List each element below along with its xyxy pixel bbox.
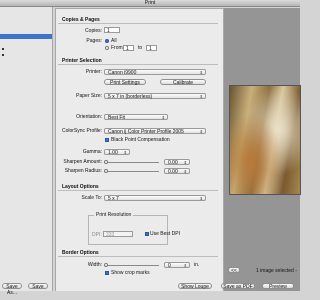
preset-list-selected-row[interactable] <box>0 34 52 39</box>
list-marker-icon <box>2 54 4 56</box>
updown-arrows-icon: ⇕ <box>183 263 187 268</box>
updown-arrows-icon: ⇕ <box>183 160 187 165</box>
updown-arrows-icon: ⇕ <box>199 196 203 201</box>
gamma-label: Gamma: <box>82 149 102 155</box>
dpi-label: DPI: <box>92 232 102 238</box>
crop-marks-label: Show crop marks <box>111 270 150 276</box>
printer-label: Printer: <box>85 69 102 75</box>
preset-list[interactable] <box>0 7 53 291</box>
sharpen-amount-knob[interactable] <box>104 160 108 164</box>
print-resolution-group <box>88 215 168 245</box>
colorsync-value: Canon ij Color Printer Profile 2005 <box>108 129 184 135</box>
border-width-slider[interactable] <box>104 265 159 266</box>
pages-all-radio[interactable] <box>105 39 109 43</box>
sharpen-radius-slider[interactable] <box>104 171 159 172</box>
orientation-value: Best Fit <box>108 115 125 121</box>
updown-arrows-icon: ⇕ <box>199 129 203 134</box>
gamma-stepper[interactable]: 1.00 ⇕ <box>104 149 130 156</box>
section-divider <box>58 64 218 65</box>
calibrate-button[interactable]: Calibrate <box>160 79 206 86</box>
updown-arrows-icon: ⇕ <box>183 169 187 174</box>
show-loupe-button[interactable]: Show Loupe <box>178 283 212 290</box>
border-unit-label: in. <box>194 262 200 268</box>
sharpen-radius-stepper[interactable]: 0.00 ⇕ <box>164 168 190 175</box>
pages-from-label: From <box>111 45 123 51</box>
save-button[interactable]: Save <box>28 283 48 290</box>
save-as-pdf-button[interactable]: Save as PDF <box>221 283 255 290</box>
border-width-value: 0 <box>168 263 171 269</box>
print-settings-button[interactable]: Print Settings <box>104 79 146 86</box>
printer-popup[interactable]: Canon i9900 ⇕ <box>104 69 206 76</box>
paper-size-label: Paper Size: <box>76 93 102 99</box>
window-title: Print <box>0 0 300 7</box>
border-width-label: Width: <box>87 262 102 268</box>
sharpen-amount-label: Sharpen Amount: <box>63 159 102 165</box>
border-width-stepper[interactable]: 0 ⇕ <box>164 262 190 269</box>
crop-marks-checkbox[interactable] <box>105 271 109 275</box>
colorsync-popup[interactable]: Canon ij Color Printer Profile 2005 ⇕ <box>104 128 206 135</box>
orientation-label: Orientation: <box>76 114 102 120</box>
scale-to-value: 5 x 7 <box>108 196 119 202</box>
preview-nav-button[interactable]: << <box>228 267 240 274</box>
updown-arrows-icon: ⇕ <box>123 150 127 155</box>
pages-all-label: All <box>111 38 117 44</box>
paper-size-popup[interactable]: 5 x 7 in (borderless) ⇕ <box>104 93 206 100</box>
pages-from-radio[interactable] <box>105 46 109 50</box>
save-as-button[interactable]: Save As... <box>2 283 22 296</box>
copies-field[interactable]: 1 <box>104 27 120 34</box>
preview-status: 1 image selected - <box>256 268 297 274</box>
best-dpi-label: Use Best DPI <box>150 231 181 237</box>
pages-to-field[interactable]: 1 <box>146 45 157 52</box>
copies-label: Copies: <box>85 28 102 34</box>
black-point-label: Black Point Compensation <box>111 137 170 143</box>
preview-button[interactable]: Preview <box>262 283 294 290</box>
list-marker-icon <box>2 48 4 50</box>
orientation-popup[interactable]: Best Fit ⇕ <box>104 114 168 121</box>
updown-arrows-icon: ⇕ <box>199 94 203 99</box>
section-divider <box>58 190 218 191</box>
updown-arrows-icon: ⇕ <box>161 115 165 120</box>
pages-from-field[interactable]: 1 <box>123 45 134 52</box>
best-dpi-checkbox[interactable] <box>145 232 149 236</box>
print-resolution-title: Print Resolution <box>94 212 134 218</box>
black-point-checkbox[interactable] <box>105 138 109 142</box>
sharpen-radius-knob[interactable] <box>104 169 108 173</box>
bottom-bar <box>0 291 300 300</box>
sharpen-amount-value: 0.00 <box>168 160 178 166</box>
sharpen-amount-stepper[interactable]: 0.00 ⇕ <box>164 159 190 166</box>
paper-size-value: 5 x 7 in (borderless) <box>108 94 153 100</box>
gamma-value: 1.00 <box>108 150 118 156</box>
preview-image <box>229 85 301 195</box>
updown-arrows-icon: ⇕ <box>199 70 203 75</box>
scale-to-popup[interactable]: 5 x 7 ⇕ <box>104 195 206 202</box>
section-divider <box>58 256 218 257</box>
sharpen-radius-value: 0.00 <box>168 169 178 175</box>
printer-popup-value: Canon i9900 <box>108 70 137 76</box>
colorsync-label: ColorSync Profile: <box>61 128 102 134</box>
pages-label: Pages: <box>86 38 102 44</box>
dpi-field[interactable]: 333 <box>103 231 133 238</box>
border-width-knob[interactable] <box>104 263 108 267</box>
sharpen-radius-label: Sharpen Radius: <box>64 168 102 174</box>
scale-to-label: Scale To: <box>81 195 102 201</box>
section-divider <box>58 23 218 24</box>
pages-to-label: to <box>138 45 143 51</box>
sharpen-amount-slider[interactable] <box>104 162 159 163</box>
